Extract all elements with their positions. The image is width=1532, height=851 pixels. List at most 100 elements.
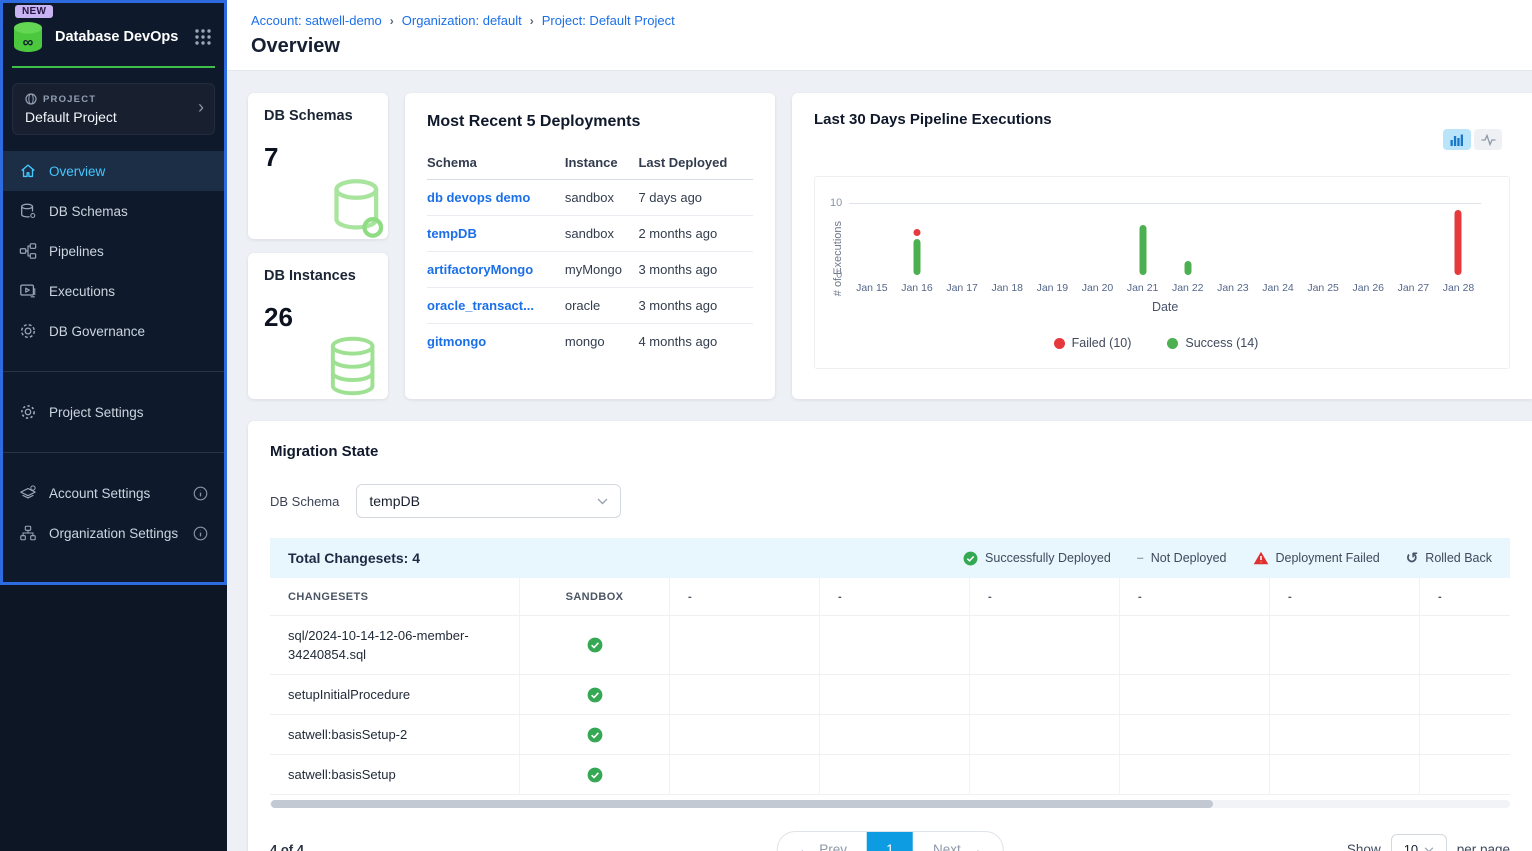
info-icon[interactable] xyxy=(193,526,208,541)
deployments-table: Schema Instance Last Deployed db devops … xyxy=(427,147,753,359)
deployments-title: Most Recent 5 Deployments xyxy=(427,113,753,131)
line-chart-toggle-button[interactable] xyxy=(1474,129,1502,150)
sidebar-item-label: DB Governance xyxy=(49,324,145,339)
chevron-down-icon xyxy=(1424,847,1434,851)
x-axis-tick: Jan 20 xyxy=(1075,282,1120,294)
apps-grid-icon[interactable] xyxy=(194,28,212,46)
migration-title: Migration State xyxy=(270,443,1510,460)
sidebar-item-label: Project Settings xyxy=(49,405,144,420)
sidebar-item-label: Organization Settings xyxy=(49,526,178,541)
chart-panel: # of Executions 010 Jan 15Jan 16Jan 17Ja… xyxy=(814,176,1510,369)
legend-label: Failed (10) xyxy=(1072,336,1132,350)
legend-dot-icon xyxy=(1167,338,1178,349)
sidebar-item-overview[interactable]: Overview xyxy=(3,151,224,191)
horizontal-scrollbar-track[interactable] xyxy=(270,800,1510,808)
next-label: Next xyxy=(933,842,961,851)
prev-page-button[interactable]: ← Prev xyxy=(778,832,867,851)
arrow-right-icon: → xyxy=(969,842,983,851)
stat-value: 7 xyxy=(264,142,372,173)
bar-chart-icon xyxy=(1450,134,1464,146)
sidebar-item-db-governance[interactable]: DB Governance xyxy=(3,311,224,351)
x-axis-tick: Jan 28 xyxy=(1436,282,1481,294)
column-header-schema: Schema xyxy=(427,147,565,180)
db-instances-stack-icon xyxy=(316,333,386,399)
sidebar-item-organization-settings[interactable]: Organization Settings xyxy=(3,513,224,553)
x-axis-tick: Jan 19 xyxy=(1030,282,1075,294)
breadcrumb-organization-link[interactable]: Organization: default xyxy=(402,13,522,28)
legend-not-deployed: – Not Deployed xyxy=(1137,549,1227,567)
chevron-down-icon xyxy=(597,498,608,505)
sidebar-item-account-settings[interactable]: Account Settings xyxy=(3,473,224,513)
database-icon xyxy=(19,202,37,220)
x-axis-tick: Jan 25 xyxy=(1301,282,1346,294)
chart-x-labels: Jan 15Jan 16Jan 17Jan 18Jan 19Jan 20Jan … xyxy=(849,282,1481,294)
bar-success xyxy=(1184,261,1191,275)
bar-failed xyxy=(1455,210,1462,275)
x-axis-tick: Jan 24 xyxy=(1255,282,1300,294)
column-header-dash: - xyxy=(670,578,820,616)
app-logo-database-icon: ∞ xyxy=(11,20,45,54)
x-axis-tick: Jan 17 xyxy=(940,282,985,294)
page-1-button[interactable]: 1 xyxy=(867,832,913,851)
info-icon[interactable] xyxy=(193,486,208,501)
migration-state-card: Migration State DB Schema tempDB Total C… xyxy=(248,421,1532,851)
breadcrumb-project-link[interactable]: Project: Default Project xyxy=(542,13,675,28)
page-size-select[interactable]: 10 xyxy=(1391,834,1447,851)
legend-successfully-deployed: Successfully Deployed xyxy=(963,549,1111,567)
next-page-button[interactable]: Next → xyxy=(913,832,1002,851)
sidebar-item-pipelines[interactable]: Pipelines xyxy=(3,231,224,271)
schema-link[interactable]: oracle_transact... xyxy=(427,298,534,313)
sidebar-panel: NEW ∞ Database DevOps xyxy=(0,0,227,585)
x-axis-tick: Jan 15 xyxy=(849,282,894,294)
sidebar-item-label: Pipelines xyxy=(49,244,104,259)
svg-text:∞: ∞ xyxy=(23,34,34,51)
sidebar-item-label: Overview xyxy=(49,164,105,179)
sidebar-item-label: DB Schemas xyxy=(49,204,128,219)
instance-cell: sandbox xyxy=(565,216,639,252)
changeset-status-cell xyxy=(520,715,670,755)
column-header-changesets: CHANGESETS xyxy=(270,578,520,616)
governance-gear-icon xyxy=(19,322,37,340)
project-selector[interactable]: PROJECT Default Project › xyxy=(12,83,215,135)
bar-success xyxy=(913,239,920,275)
project-label: PROJECT xyxy=(43,94,96,105)
bar-failed xyxy=(913,229,920,236)
pager: ← Prev 1 Next → xyxy=(777,831,1004,851)
db-schema-select-value: tempDB xyxy=(369,493,420,509)
schema-link[interactable]: gitmongo xyxy=(427,334,486,349)
brand-underline xyxy=(12,66,215,68)
page-title: Overview xyxy=(251,35,1508,58)
sidebar-item-executions[interactable]: Executions xyxy=(3,271,224,311)
x-axis-tick: Jan 27 xyxy=(1391,282,1436,294)
changeset-name: setupInitialProcedure xyxy=(270,675,520,715)
total-changesets-label: Total Changesets: 4 xyxy=(288,550,420,566)
pipelines-icon xyxy=(19,242,37,260)
horizontal-scrollbar-thumb[interactable] xyxy=(271,800,1213,808)
check-circle-icon xyxy=(963,551,978,566)
table-row: tempDB sandbox 2 months ago xyxy=(427,216,753,252)
x-axis-tick: Jan 23 xyxy=(1210,282,1255,294)
sidebar-nav: Overview DB Schemas Pipelines xyxy=(3,151,224,351)
content: DB Schemas 7 DB Instances 26 xyxy=(227,71,1532,851)
schema-link[interactable]: db devops demo xyxy=(427,190,530,205)
schema-link[interactable]: artifactoryMongo xyxy=(427,262,533,277)
schema-link[interactable]: tempDB xyxy=(427,226,477,241)
check-circle-icon xyxy=(587,637,603,653)
breadcrumb-account-link[interactable]: Account: satwell-demo xyxy=(251,13,382,28)
sidebar-item-db-schemas[interactable]: DB Schemas xyxy=(3,191,224,231)
chart-title: Last 30 Days Pipeline Executions xyxy=(814,111,1510,128)
check-circle-icon xyxy=(587,767,603,783)
account-settings-icon xyxy=(19,484,37,502)
db-schema-select[interactable]: tempDB xyxy=(356,484,621,518)
db-schema-label: DB Schema xyxy=(270,494,339,509)
instance-cell: sandbox xyxy=(565,180,639,216)
bar-chart-toggle-button[interactable] xyxy=(1443,129,1471,150)
home-icon xyxy=(19,162,37,180)
instance-cell: mongo xyxy=(565,324,639,360)
stat-value: 26 xyxy=(264,302,372,333)
column-header-dash: - xyxy=(1270,578,1420,616)
last-deployed-cell: 2 months ago xyxy=(638,216,753,252)
rollback-icon: ↺ xyxy=(1406,549,1419,567)
legend-label: Success (14) xyxy=(1185,336,1258,350)
sidebar-item-project-settings[interactable]: Project Settings xyxy=(3,392,224,432)
